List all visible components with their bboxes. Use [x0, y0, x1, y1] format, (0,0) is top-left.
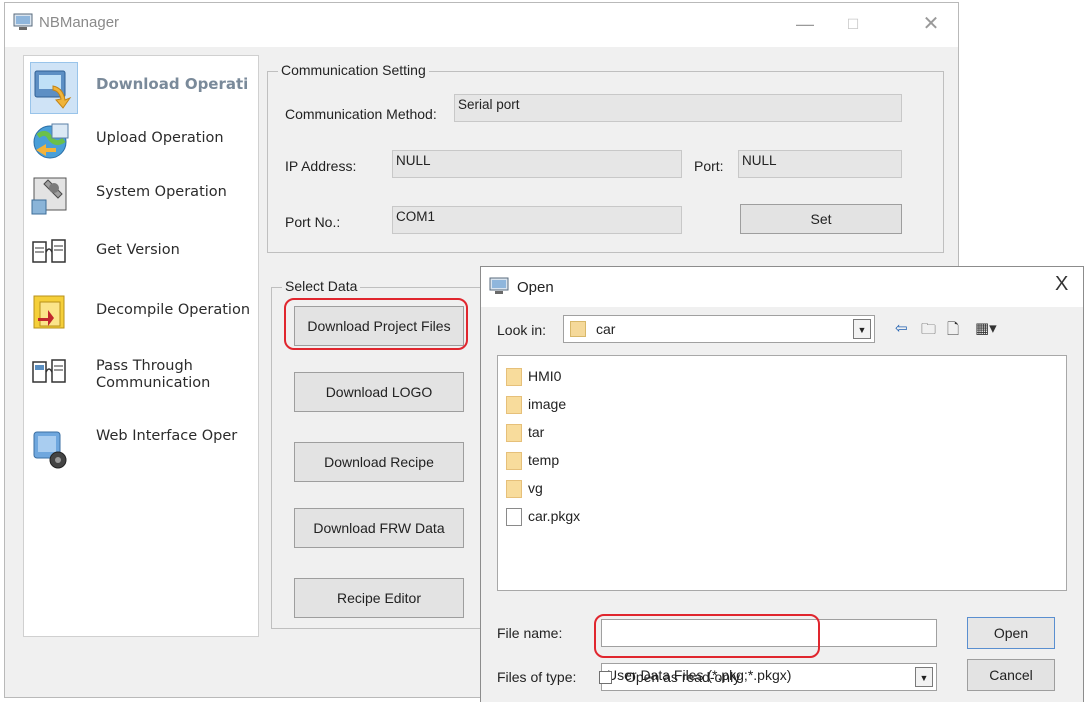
set-button-label: Set: [810, 211, 832, 227]
title-bar: NBManager — ☐ ✕: [5, 3, 958, 47]
ip-address-field[interactable]: NULL: [392, 150, 682, 178]
web-interface-icon: [33, 431, 67, 469]
chevron-down-icon[interactable]: ▼: [915, 667, 933, 687]
button-label: Cancel: [989, 667, 1033, 683]
file-name-label: File name:: [497, 625, 563, 641]
sidebar-item-system[interactable]: System Operation: [24, 170, 260, 226]
view-menu-icon[interactable]: ▦▾: [975, 319, 997, 337]
new-folder-icon[interactable]: 🗋: [947, 319, 959, 344]
sidebar-item-label: Decompile Operation: [96, 302, 251, 318]
cancel-button[interactable]: Cancel: [967, 659, 1055, 691]
app-icon: [13, 13, 33, 30]
download-logo-button[interactable]: Download LOGO: [294, 372, 464, 412]
dialog-app-icon: [489, 277, 509, 294]
file-name: HMI0: [528, 368, 562, 384]
sidebar-item-label: Download Operati: [96, 75, 249, 93]
file-name: vg: [528, 480, 543, 496]
maximize-button[interactable]: ☐: [833, 11, 873, 37]
button-label: Download FRW Data: [313, 520, 445, 536]
close-button[interactable]: ✕: [911, 11, 951, 37]
ip-address-label: IP Address:: [285, 158, 357, 174]
up-folder-icon[interactable]: 🗀: [921, 319, 936, 344]
read-only-checkbox[interactable]: [599, 671, 612, 684]
minimize-button[interactable]: —: [785, 11, 825, 37]
sidebar-item-label: Upload Operation: [96, 130, 224, 146]
decompile-icon: [33, 295, 65, 329]
read-only-label: Open as read-only: [625, 669, 741, 685]
sidebar-item-label: Pass Through Communication: [96, 358, 211, 391]
back-icon[interactable]: ⇦: [895, 319, 908, 337]
file-name: image: [528, 396, 567, 412]
port-no-label: Port No.:: [285, 214, 341, 230]
communication-method-field[interactable]: Serial port: [454, 94, 902, 122]
port-field[interactable]: NULL: [738, 150, 902, 178]
annotation-highlight: [284, 298, 468, 350]
download-icon: [34, 70, 72, 109]
operation-sidebar: Download Operati Upload Operation System…: [23, 55, 259, 637]
file-list: HMI0 image tar temp vg car.pkgx: [497, 355, 1067, 591]
sidebar-item-web-interface[interactable]: Web Interface Oper: [24, 424, 260, 480]
group-title: Select Data: [282, 278, 361, 294]
sidebar-item-download[interactable]: Download Operati: [24, 62, 260, 118]
sidebar-item-label: Web Interface Oper: [96, 428, 238, 444]
open-button[interactable]: Open: [967, 617, 1055, 649]
sidebar-item-label: Get Version: [96, 242, 180, 258]
folder-icon: [506, 368, 522, 386]
button-label: Download Recipe: [324, 454, 434, 470]
download-frw-data-button[interactable]: Download FRW Data: [294, 508, 464, 548]
file-name: temp: [528, 452, 560, 468]
button-label: Download LOGO: [325, 384, 433, 400]
system-icon: [31, 177, 67, 215]
port-label: Port:: [694, 158, 724, 174]
folder-icon: [506, 480, 522, 498]
file-name: car.pkgx: [528, 508, 581, 524]
look-in-combo[interactable]: car ▼: [563, 315, 875, 343]
dialog-title: Open: [517, 279, 554, 296]
set-button[interactable]: Set: [740, 204, 902, 234]
download-recipe-button[interactable]: Download Recipe: [294, 442, 464, 482]
recipe-editor-button[interactable]: Recipe Editor: [294, 578, 464, 618]
files-of-type-label: Files of type:: [497, 669, 577, 685]
folder-icon: [570, 321, 586, 337]
chevron-down-icon[interactable]: ▼: [853, 319, 871, 339]
app-title: NBManager: [39, 14, 120, 31]
upload-icon: [33, 123, 69, 159]
communication-method-label: Communication Method:: [285, 106, 437, 122]
folder-icon: [506, 424, 522, 442]
button-label: Open: [993, 625, 1029, 641]
sidebar-item-label: System Operation: [96, 184, 227, 200]
folder-icon: [506, 452, 522, 470]
communication-setting-group: Communication Setting Communication Meth…: [267, 62, 944, 253]
look-in-label: Look in:: [497, 322, 547, 338]
dialog-close-button[interactable]: X: [1055, 273, 1068, 296]
button-label: Recipe Editor: [336, 590, 422, 606]
sidebar-item-pass-through[interactable]: Pass Through Communication: [24, 348, 260, 404]
file-icon: [506, 508, 522, 526]
look-in-value: car: [596, 321, 616, 337]
version-icon: [32, 239, 66, 263]
sidebar-item-upload[interactable]: Upload Operation: [24, 116, 260, 172]
pass-through-icon: [32, 359, 66, 383]
folder-icon: [506, 396, 522, 414]
port-no-field[interactable]: COM1: [392, 206, 682, 234]
annotation-highlight: [594, 614, 820, 658]
file-name: tar: [528, 424, 545, 440]
sidebar-item-get-version[interactable]: Get Version: [24, 228, 260, 284]
group-title: Communication Setting: [278, 62, 429, 78]
sidebar-item-decompile[interactable]: Decompile Operation: [24, 288, 260, 344]
